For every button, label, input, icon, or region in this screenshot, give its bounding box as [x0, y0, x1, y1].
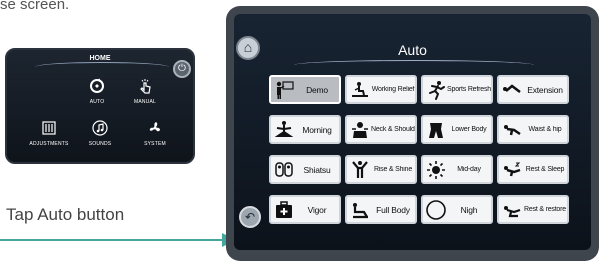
home-screen-thumbnail: HOME ⏻ AUTO MANUAL ADJUSTMENTS SOUNDS SY… — [5, 48, 195, 164]
full-body-icon — [349, 199, 371, 221]
program-neck-shoulder-button[interactable]: Neck & Shoulder — [345, 115, 417, 144]
music-note-icon — [70, 120, 130, 141]
waist-hip-icon — [501, 119, 523, 141]
yoga-icon — [273, 119, 295, 141]
stretch-icon — [501, 79, 523, 101]
program-demo-button[interactable]: Demo — [269, 75, 341, 104]
recline-icon — [501, 199, 523, 221]
program-nigh-button[interactable]: Nigh — [421, 195, 493, 224]
presenter-icon — [273, 79, 295, 101]
program-working-relief-button[interactable]: Working Relief — [345, 75, 417, 104]
manual-text-fragment: se screen. — [0, 0, 70, 13]
rise-shine-icon — [349, 159, 371, 181]
neck-shoulder-icon — [349, 119, 371, 141]
home-system-button[interactable]: SYSTEM — [125, 120, 185, 147]
program-rest-sleep-button[interactable]: Rest & Sleep — [497, 155, 569, 184]
home-sounds-button[interactable]: SOUNDS — [70, 120, 130, 147]
sleep-icon — [501, 159, 523, 181]
lower-body-icon — [425, 119, 447, 141]
title-arc-divider — [294, 60, 534, 70]
remote-device-frame: ⌂ ↶ Auto Demo Working Relief Sports Refr… — [226, 6, 599, 261]
home-title: HOME — [89, 55, 111, 62]
program-mid-day-button[interactable]: Mid-day — [421, 155, 493, 184]
home-manual-button[interactable]: MANUAL — [115, 78, 175, 105]
page-title: Auto — [398, 42, 427, 58]
program-full-body-button[interactable]: Full Body — [345, 195, 417, 224]
title-arc-divider — [35, 62, 169, 72]
program-sports-refresh-button[interactable]: Sports Refresh — [421, 75, 493, 104]
worker-icon — [349, 79, 371, 101]
fan-icon — [125, 120, 185, 141]
hand-tap-icon — [115, 78, 175, 99]
moon-icon — [425, 199, 447, 221]
power-icon[interactable]: ⏻ — [173, 60, 191, 78]
auto-screen: ⌂ ↶ Auto Demo Working Relief Sports Refr… — [234, 14, 591, 250]
pointer-arrow-line — [0, 239, 222, 241]
fingers-icon — [273, 159, 295, 181]
program-shiatsu-button[interactable]: Shiatsu — [269, 155, 341, 184]
first-aid-icon — [273, 199, 295, 221]
program-rest-restore-button[interactable]: Rest & restore — [497, 195, 569, 224]
runner-icon — [425, 79, 447, 101]
back-arrow-icon[interactable]: ↶ — [239, 206, 261, 228]
program-vigor-button[interactable]: Vigor — [269, 195, 341, 224]
instruction-caption: Tap Auto button — [6, 205, 125, 224]
program-waist-hip-button[interactable]: Waist & hip — [497, 115, 569, 144]
program-extension-button[interactable]: Extension — [497, 75, 569, 104]
program-lower-body-button[interactable]: Lower Body — [421, 115, 493, 144]
sun-icon — [425, 159, 447, 181]
program-rise-shine-button[interactable]: Rise & Shine — [345, 155, 417, 184]
program-morning-button[interactable]: Morning — [269, 115, 341, 144]
